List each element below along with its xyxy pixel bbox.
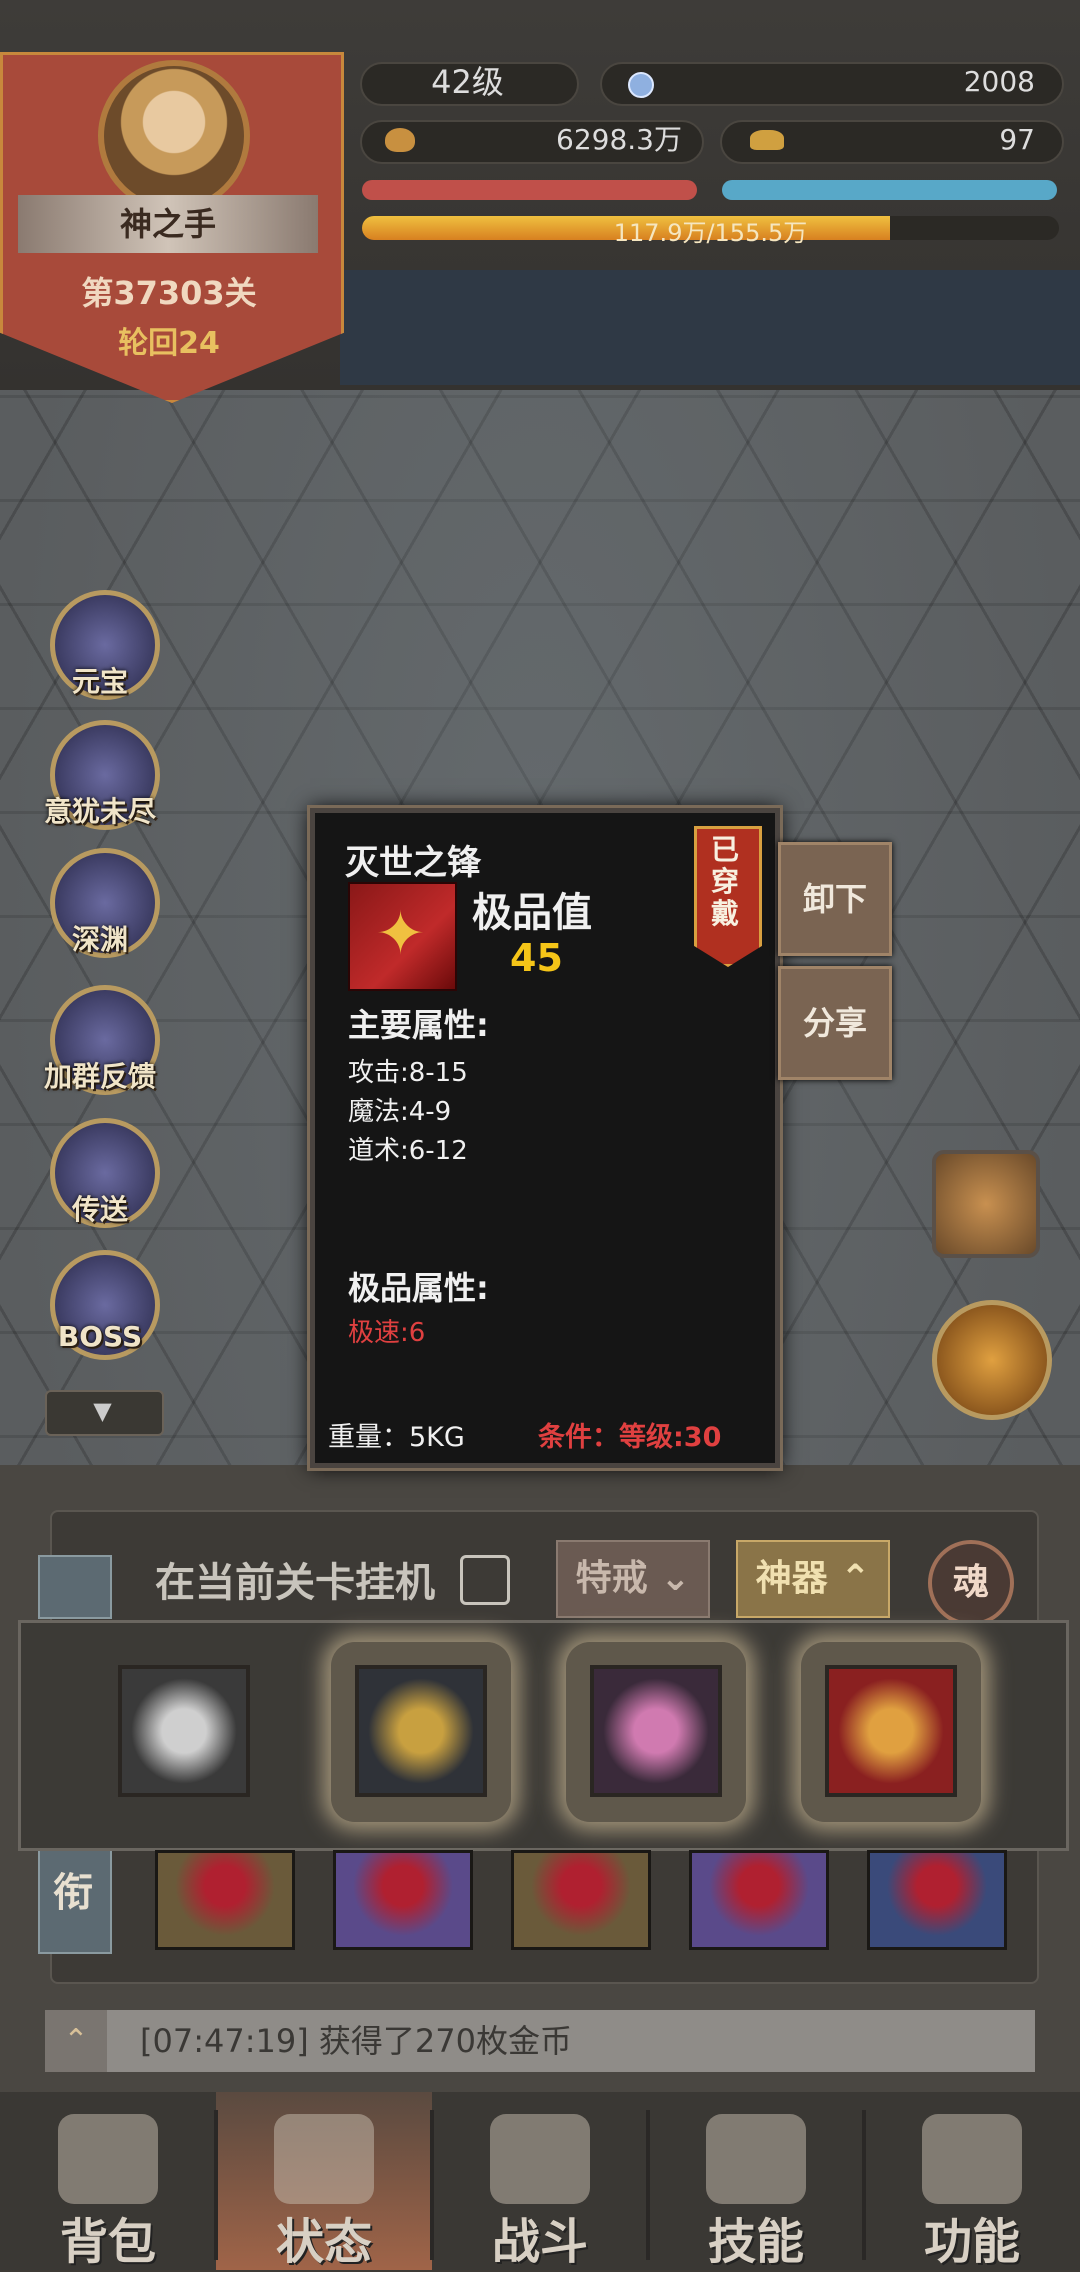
log-message: [07:47:19] 获得了270枚金币: [140, 2022, 572, 2060]
worn-badge-text: 已穿戴: [710, 833, 739, 930]
boots-icon[interactable]: [867, 1850, 1007, 1950]
side-menu-label: 元宝: [71, 665, 128, 698]
side-menu-item[interactable]: 传送: [35, 1118, 165, 1238]
battle-icon: [490, 2114, 590, 2204]
item-weight: 重量：5KG: [328, 1422, 465, 1453]
status-icon: [274, 2114, 374, 2204]
item-name: 灭世之锋: [345, 843, 481, 883]
vertical-tab-label: 衔: [53, 1870, 93, 1916]
main-attr: 魔法:4-9: [348, 1097, 452, 1127]
ingot-icon: [750, 130, 784, 150]
side-menu-label: 意犹未尽: [43, 795, 156, 828]
nav-tab-label: 技能: [707, 2214, 804, 2270]
chevron-down-icon: ▼: [93, 1397, 112, 1425]
nav-tab-label: 背包: [59, 2214, 156, 2270]
gold-value: 6298.3万: [556, 123, 682, 156]
silver-mask-icon[interactable]: [118, 1665, 250, 1797]
auto-skill-icon[interactable]: [932, 1300, 1052, 1420]
nav-divider: [862, 2110, 866, 2260]
avatar[interactable]: [98, 60, 250, 212]
crossbow-glyph: ✦: [375, 899, 426, 969]
dragon-ring-icon[interactable]: [511, 1850, 651, 1950]
player-level: 42级: [431, 63, 504, 101]
nav-tab-label: 功能: [923, 2214, 1020, 2270]
top-strip-scene: [340, 270, 1080, 385]
dragon-ring-icon[interactable]: [689, 1850, 829, 1950]
side-menu-item[interactable]: 元宝: [35, 590, 165, 710]
treasure-bag-icon[interactable]: [932, 1150, 1040, 1258]
extreme-attr-title: 极品属性:: [348, 1269, 489, 1307]
ruby-ring-icon[interactable]: [155, 1850, 295, 1950]
red-crossbow-icon[interactable]: [825, 1665, 957, 1797]
main-attr: 攻击:8-15: [348, 1058, 468, 1088]
main-attr-title: 主要属性:: [348, 1006, 489, 1044]
nav-divider: [214, 2110, 218, 2260]
bag-icon: [58, 2114, 158, 2204]
nav-divider: [646, 2110, 650, 2260]
side-menu-item[interactable]: 深渊: [35, 848, 165, 968]
side-menu-label: 深渊: [71, 923, 128, 956]
gem-value: 2008: [963, 65, 1035, 98]
function-icon: [922, 2114, 1022, 2204]
nav-tab[interactable]: 战斗: [432, 2092, 648, 2270]
nav-divider: [430, 2110, 434, 2260]
chevron-down-icon: ⌄: [647, 1558, 691, 1599]
ruby-ring-icon[interactable]: [333, 1850, 473, 1950]
gear-row: [155, 1850, 1015, 1950]
main-attr: 道术:6-12: [348, 1136, 468, 1166]
side-menu-item[interactable]: 意犹未尽: [35, 720, 165, 840]
idle-label: 在当前关卡挂机: [155, 1560, 435, 1606]
item-condition: 条件：等级:30: [538, 1422, 722, 1453]
idle-checkbox[interactable]: [460, 1555, 510, 1605]
nav-tab[interactable]: 状态: [216, 2092, 432, 2270]
player-name: 神之手: [119, 205, 216, 243]
artifact-label: 神器: [755, 1558, 828, 1599]
soul-button[interactable]: 魂: [928, 1540, 1014, 1626]
nav-tab-label: 战斗: [491, 2214, 588, 2270]
side-menu-label: BOSS: [57, 1320, 143, 1353]
unequip-button[interactable]: 卸下: [778, 842, 892, 956]
nav-tab[interactable]: 背包: [0, 2092, 216, 2270]
side-menu-label: 传送: [71, 1193, 128, 1226]
hp-bar: [362, 180, 697, 200]
vertical-tab-top[interactable]: [38, 1555, 112, 1619]
extreme-attr: 极速:6: [348, 1318, 426, 1348]
nav-tab[interactable]: 技能: [648, 2092, 864, 2270]
side-menu-item[interactable]: 加群反馈: [35, 985, 165, 1105]
special-ring-label: 特戒: [575, 1558, 648, 1599]
gold-coin-icon: [385, 128, 415, 152]
mp-bar: [722, 180, 1057, 200]
pink-crystal-icon[interactable]: [590, 1665, 722, 1797]
quality-value: 45: [510, 936, 563, 980]
stage-number: 第37303关: [81, 274, 257, 312]
nav-tab-label: 状态: [275, 2214, 372, 2270]
nav-tab[interactable]: 功能: [864, 2092, 1080, 2270]
chevron-up-icon[interactable]: ⌃: [45, 2010, 107, 2072]
gem-icon: [628, 72, 654, 98]
side-menu-item[interactable]: BOSS: [35, 1250, 165, 1370]
golden-helm-icon[interactable]: [355, 1665, 487, 1797]
ingot-value: 97: [999, 123, 1035, 156]
exp-text: 117.9万/155.5万: [613, 219, 808, 247]
cycle-count: 轮回24: [118, 326, 220, 361]
quality-label: 极品值: [472, 890, 592, 936]
side-menu-label: 加群反馈: [43, 1060, 156, 1093]
special-ring-button[interactable]: 特戒 ⌄: [556, 1540, 710, 1618]
chevron-up-icon: ⌃: [827, 1558, 871, 1599]
artifact-button[interactable]: 神器 ⌃: [736, 1540, 890, 1618]
skill-icon: [706, 2114, 806, 2204]
share-button[interactable]: 分享: [778, 966, 892, 1080]
